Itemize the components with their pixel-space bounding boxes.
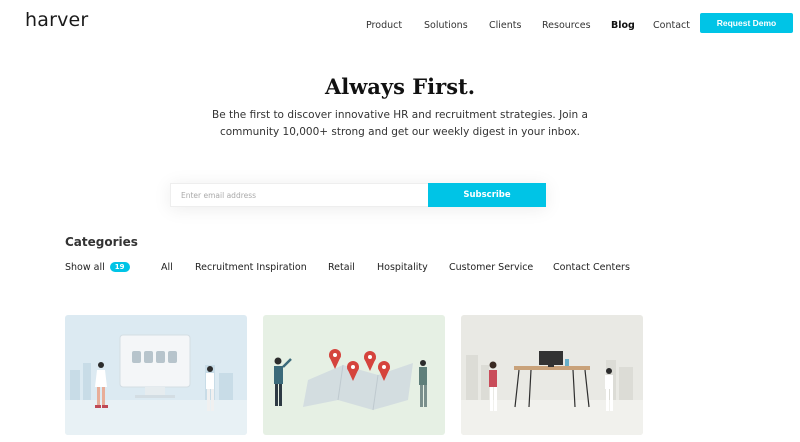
nav-item-contact[interactable]: Contact [653,20,690,31]
email-field[interactable] [170,183,428,207]
category-all[interactable]: All [161,262,173,273]
desk-workspace-illustration [461,315,643,435]
nav-item-clients[interactable]: Clients [489,20,521,31]
subscribe-button[interactable]: Subscribe [428,183,546,207]
nav-item-blog[interactable]: Blog [611,20,635,31]
blog-card-3[interactable] [461,315,643,435]
subscribe-form: Subscribe [170,183,546,207]
brand-logo[interactable]: harver [25,9,88,31]
count-badge: 19 [109,262,130,272]
nav-item-resources[interactable]: Resources [542,20,591,31]
blog-card-1[interactable] [65,315,247,435]
categories-heading: Categories [65,235,138,249]
nav-item-product[interactable]: Product [366,20,402,31]
category-retail[interactable]: Retail [328,262,355,273]
blog-card-2[interactable] [263,315,445,435]
nav-item-solutions[interactable]: Solutions [424,20,468,31]
map-locations-illustration [263,315,445,435]
category-contact-centers[interactable]: Contact Centers [553,262,630,273]
hero-description: Be the first to discover innovative HR a… [212,109,588,138]
category-show-all-label: Show all [65,262,105,273]
video-interview-illustration [65,315,247,435]
request-demo-button[interactable]: Request Demo [700,13,793,33]
category-recruitment-inspiration[interactable]: Recruitment Inspiration [195,262,307,273]
category-show-all[interactable]: Show all 19 [65,262,130,273]
category-hospitality[interactable]: Hospitality [377,262,428,273]
page-title: Always First. [324,74,476,99]
category-customer-service[interactable]: Customer Service [449,262,533,273]
